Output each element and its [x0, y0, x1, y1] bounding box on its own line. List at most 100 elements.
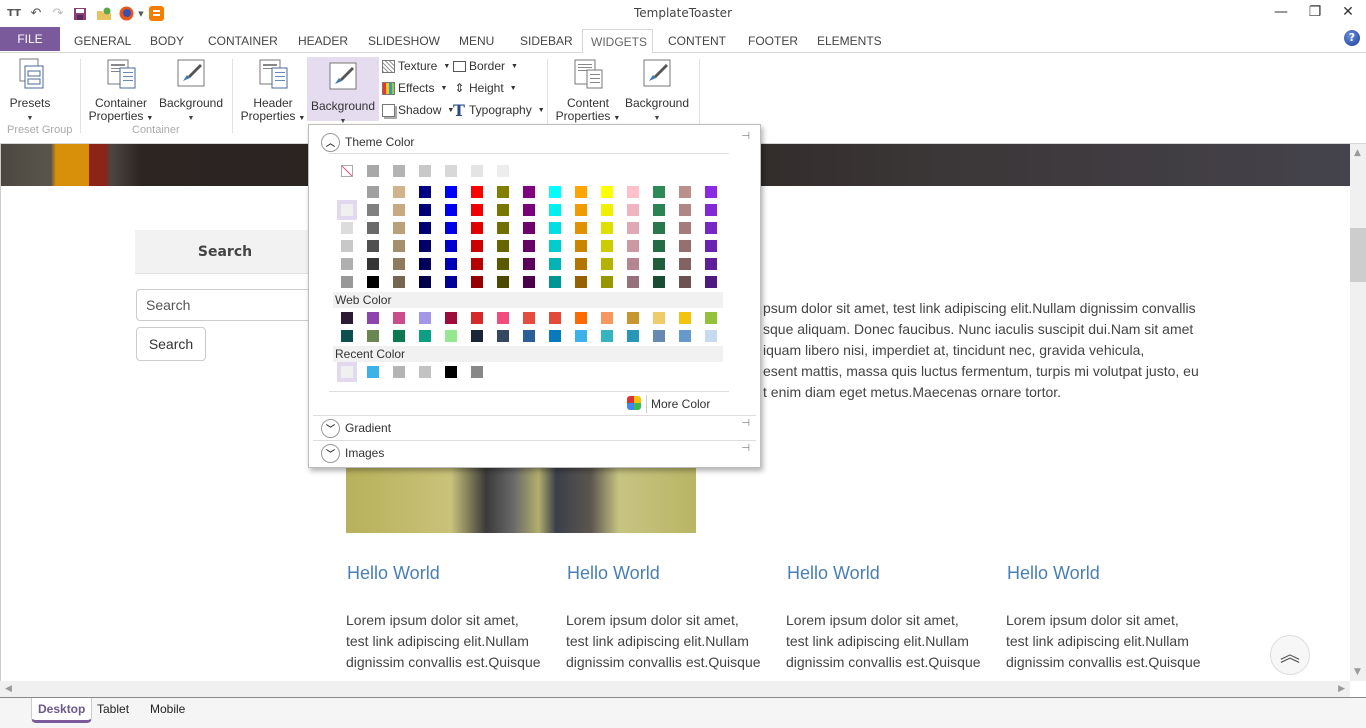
shadow-button[interactable]: Shadow ▼ [382, 103, 454, 117]
web-color-swatch[interactable] [679, 312, 691, 324]
theme-color-swatch[interactable] [471, 276, 483, 288]
theme-color-swatch[interactable] [627, 204, 639, 216]
theme-color-swatch[interactable] [549, 222, 561, 234]
theme-color-swatch[interactable] [419, 222, 431, 234]
theme-color-swatch[interactable] [705, 186, 717, 198]
web-color-swatch[interactable] [393, 312, 405, 324]
theme-color-swatch[interactable] [393, 222, 405, 234]
theme-color-swatch[interactable] [471, 186, 483, 198]
texture-button[interactable]: Texture ▼ [382, 59, 450, 73]
theme-color-swatch[interactable] [445, 222, 457, 234]
theme-color-swatch[interactable] [653, 240, 665, 252]
scroll-left-icon[interactable]: ◀ [5, 684, 12, 694]
theme-color-swatch[interactable] [393, 258, 405, 270]
recent-color-swatch[interactable] [367, 366, 379, 378]
web-color-swatch[interactable] [653, 312, 665, 324]
theme-color-swatch[interactable] [497, 186, 509, 198]
recent-color-swatch[interactable] [445, 366, 457, 378]
theme-color-swatch[interactable] [679, 222, 691, 234]
theme-color-swatch[interactable] [549, 240, 561, 252]
theme-color-swatch[interactable] [705, 258, 717, 270]
theme-color-swatch[interactable] [653, 276, 665, 288]
web-color-swatch[interactable] [549, 312, 561, 324]
theme-color-swatch[interactable] [575, 258, 587, 270]
theme-color-swatch[interactable] [445, 165, 457, 177]
theme-color-swatch[interactable] [341, 186, 353, 198]
web-color-swatch[interactable] [523, 330, 535, 342]
theme-color-swatch[interactable] [653, 222, 665, 234]
more-color-button[interactable]: More Color [651, 397, 710, 411]
web-color-swatch[interactable] [445, 312, 457, 324]
theme-color-swatch[interactable] [601, 276, 613, 288]
search-input[interactable]: Search [136, 289, 316, 321]
tab-file[interactable]: FILE [0, 27, 60, 51]
theme-color-swatch[interactable] [497, 258, 509, 270]
theme-color-swatch[interactable] [679, 258, 691, 270]
web-color-swatch[interactable] [367, 330, 379, 342]
chevron-down-icon[interactable]: ﹀ [321, 418, 340, 438]
theme-color-swatch[interactable] [575, 240, 587, 252]
web-color-swatch[interactable] [445, 330, 457, 342]
tab-elements[interactable]: ELEMENTS [809, 29, 890, 53]
theme-color-swatch[interactable] [601, 258, 613, 270]
theme-color-swatch[interactable] [627, 222, 639, 234]
theme-color-swatch[interactable] [601, 222, 613, 234]
theme-color-swatch[interactable] [653, 186, 665, 198]
close-button[interactable]: ✕ [1333, 4, 1363, 24]
web-color-swatch[interactable] [497, 312, 509, 324]
recent-color-swatch[interactable] [393, 366, 405, 378]
web-color-swatch[interactable] [497, 330, 509, 342]
theme-color-swatch[interactable] [393, 204, 405, 216]
theme-color-swatch[interactable] [471, 258, 483, 270]
theme-color-swatch[interactable] [497, 276, 509, 288]
theme-color-swatch[interactable] [627, 258, 639, 270]
theme-color-swatch[interactable] [367, 165, 379, 177]
theme-color-swatch[interactable] [341, 222, 353, 234]
tab-tablet[interactable]: Tablet [91, 698, 135, 723]
theme-color-swatch[interactable] [549, 258, 561, 270]
tab-widgets[interactable]: WIDGETS [582, 29, 653, 55]
gradient-section-header[interactable]: ﹀ Gradient [321, 418, 391, 438]
theme-color-swatch[interactable] [523, 204, 535, 216]
web-color-swatch[interactable] [627, 330, 639, 342]
theme-color-swatch[interactable] [393, 165, 405, 177]
theme-color-swatch[interactable] [445, 186, 457, 198]
web-color-swatch[interactable] [367, 312, 379, 324]
pin-icon[interactable]: ⊣ [741, 443, 750, 454]
web-color-swatch[interactable] [705, 330, 717, 342]
theme-color-swatch[interactable] [367, 186, 379, 198]
theme-color-swatch[interactable] [705, 222, 717, 234]
theme-color-swatch[interactable] [471, 165, 483, 177]
recent-color-swatch[interactable] [337, 362, 357, 382]
theme-color-swatch[interactable] [341, 276, 353, 288]
no-color-swatch[interactable] [341, 165, 353, 177]
tab-container[interactable]: CONTAINER [200, 29, 286, 53]
restore-button[interactable]: ❐ [1300, 4, 1330, 24]
theme-color-swatch[interactable] [549, 204, 561, 216]
recent-color-swatch[interactable] [471, 366, 483, 378]
scroll-down-icon[interactable]: ▼ [1354, 667, 1361, 677]
theme-color-swatch[interactable] [497, 204, 509, 216]
web-color-swatch[interactable] [575, 312, 587, 324]
typography-button[interactable]: T Typography ▼ [453, 102, 545, 118]
web-color-swatch[interactable] [627, 312, 639, 324]
theme-color-swatch[interactable] [523, 186, 535, 198]
chevron-down-icon[interactable]: ﹀ [321, 443, 340, 463]
theme-color-swatch[interactable] [419, 186, 431, 198]
search-button[interactable]: Search [136, 327, 206, 361]
web-color-swatch[interactable] [679, 330, 691, 342]
theme-color-swatch[interactable] [445, 204, 457, 216]
border-button[interactable]: Border ▼ [453, 59, 518, 73]
theme-color-swatch[interactable] [393, 240, 405, 252]
web-color-swatch[interactable] [341, 312, 353, 324]
content-properties-button[interactable]: Content Properties ▼ [555, 57, 621, 125]
scroll-right-icon[interactable]: ▶ [1338, 684, 1345, 694]
images-section-header[interactable]: ﹀ Images [321, 443, 384, 463]
container-background-button[interactable]: Background ▼ [158, 57, 224, 125]
tab-general[interactable]: GENERAL [66, 29, 139, 53]
theme-color-swatch[interactable] [627, 276, 639, 288]
theme-color-swatch[interactable] [601, 240, 613, 252]
theme-color-swatch[interactable] [679, 276, 691, 288]
theme-color-swatch[interactable] [549, 276, 561, 288]
theme-color-swatch[interactable] [445, 276, 457, 288]
